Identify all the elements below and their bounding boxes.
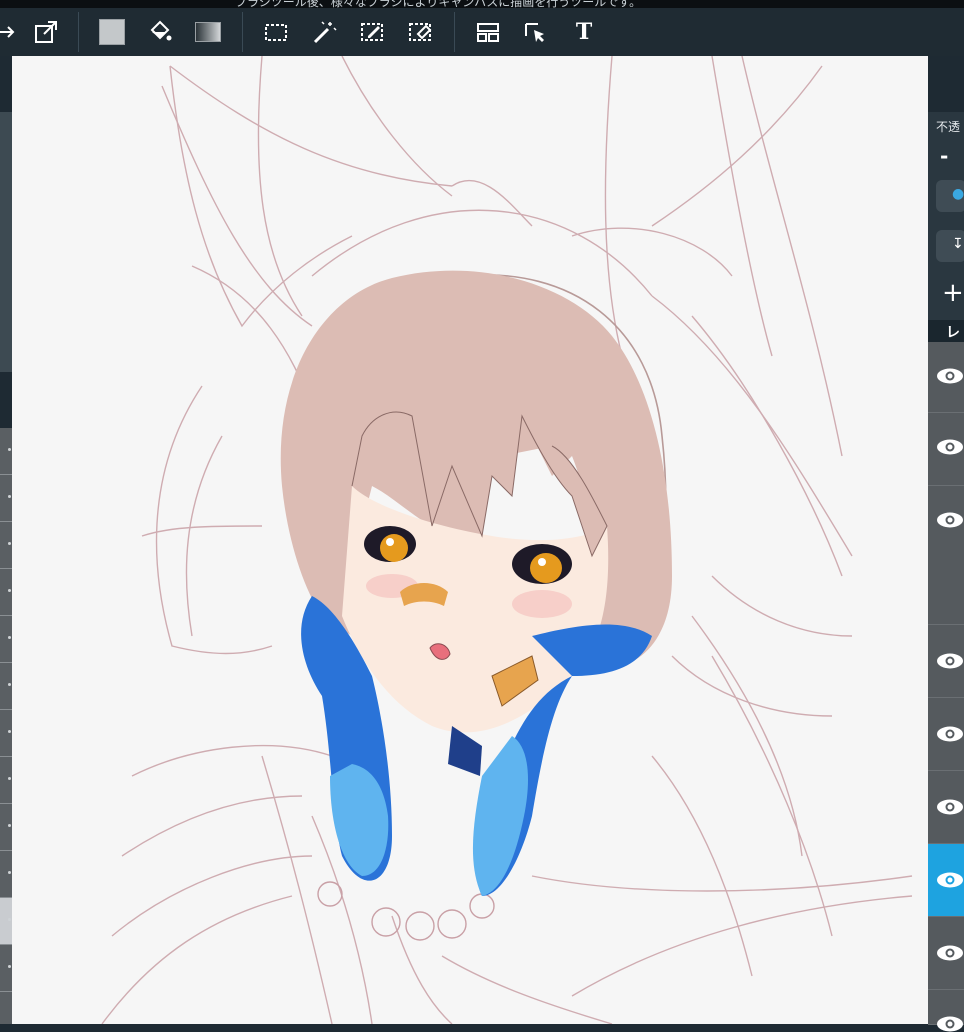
visibility-eye-icon[interactable] [936,368,964,384]
select-pen-icon[interactable] [354,14,390,50]
merge-down-button[interactable]: ↧ [936,230,964,262]
left-panel-strip [0,112,12,372]
left-panel-list [0,428,12,1024]
transform-icon[interactable] [0,14,22,50]
drawing-canvas[interactable] [12,56,928,1024]
select-eraser-icon[interactable] [402,14,438,50]
layer-mode-button[interactable]: ● [936,180,964,212]
magic-wand-icon[interactable] [306,14,342,50]
export-icon[interactable] [28,14,64,50]
hint-text: ブラシツール後、様々なブラシによりキャンバスに描画を行うツールです。 [235,0,642,8]
list-item[interactable] [0,804,12,851]
toolbar-separator [78,12,79,52]
layer-row[interactable] [928,625,964,698]
toolbar-separator [454,12,455,52]
list-item[interactable] [0,945,12,992]
list-item[interactable] [0,616,12,663]
select-rect-icon[interactable] [258,14,294,50]
layer-row-active[interactable] [928,844,964,917]
visibility-eye-icon[interactable] [936,439,964,455]
layer-row[interactable] [928,342,964,413]
move-icon[interactable] [518,14,554,50]
opacity-label: 不透 [936,120,961,134]
gradient-icon[interactable] [190,14,226,50]
layout-icon[interactable] [470,14,506,50]
list-item[interactable] [0,569,12,616]
opacity-minus-button[interactable]: - [940,144,948,168]
right-panel: 不透 - ● ↧ + レ [928,56,964,1032]
layer-row[interactable] [928,486,964,625]
layer-row[interactable] [928,698,964,771]
collar-left [448,726,482,776]
list-item[interactable] [0,851,12,898]
list-item-selected[interactable] [0,898,12,945]
visibility-eye-icon[interactable] [936,799,964,815]
artwork [101,56,913,1024]
visibility-eye-icon[interactable] [936,512,964,528]
layer-list [928,342,964,1032]
toolbar-separator [242,12,243,52]
add-layer-button[interactable]: + [942,278,964,308]
left-eye [364,526,416,562]
list-item[interactable] [0,428,12,475]
hint-bar: ブラシツール後、様々なブラシによりキャンバスに描画を行うツールです。 [0,0,964,8]
list-item[interactable] [0,522,12,569]
list-item[interactable] [0,757,12,804]
list-item[interactable] [0,663,12,710]
list-item[interactable] [0,475,12,522]
visibility-eye-icon[interactable] [936,1016,964,1032]
right-eye [512,544,572,584]
bucket-icon[interactable] [142,14,178,50]
visibility-eye-icon[interactable] [936,726,964,742]
text-icon[interactable]: T [566,14,602,50]
toolbar: T [0,8,964,56]
right-braid-light [472,736,528,896]
sketch-circles [317,881,495,941]
visibility-eye-icon[interactable] [936,872,964,888]
visibility-eye-icon[interactable] [936,653,964,669]
layer-tab[interactable]: レ [928,320,964,342]
fill-color-icon[interactable] [94,14,130,50]
layer-row[interactable] [928,917,964,990]
blush-right [512,590,572,618]
layer-row[interactable] [928,990,964,1032]
layer-row[interactable] [928,771,964,844]
layer-tab-label: レ [946,325,960,341]
layer-row[interactable] [928,413,964,486]
list-item[interactable] [0,710,12,757]
visibility-eye-icon[interactable] [936,945,964,961]
